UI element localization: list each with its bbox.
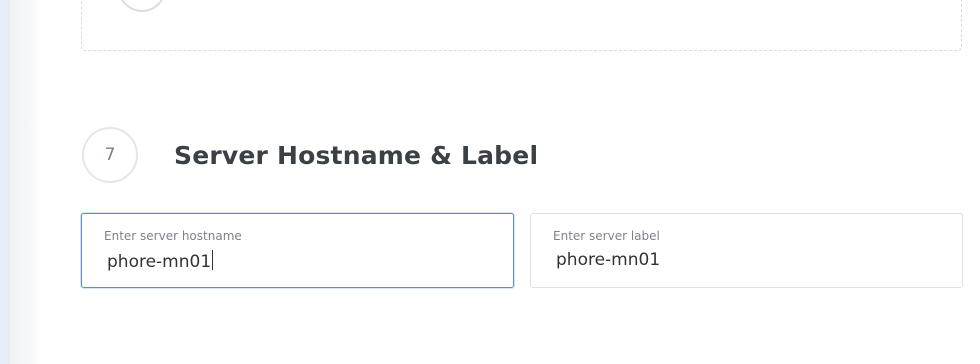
hostname-input[interactable]: phore-mn01 <box>107 250 214 272</box>
left-sidebar-rail <box>0 0 10 364</box>
sidebar-shadow <box>10 0 40 364</box>
previous-step-number-circle <box>118 0 166 12</box>
step-title: Server Hostname & Label <box>174 140 539 170</box>
previous-step-section <box>81 0 962 51</box>
label-field[interactable]: Enter server label phore-mn01 <box>530 213 963 288</box>
hostname-field-caption: Enter server hostname <box>104 229 242 243</box>
step-number: 7 <box>104 145 116 165</box>
label-field-caption: Enter server label <box>553 229 660 243</box>
label-input-value: phore-mn01 <box>556 250 661 270</box>
page: 7 Server Hostname & Label Enter server h… <box>0 0 980 364</box>
step-header: 7 Server Hostname & Label <box>82 127 538 183</box>
label-input[interactable]: phore-mn01 <box>556 250 660 270</box>
hostname-input-value: phore-mn01 <box>107 252 212 272</box>
hostname-field[interactable]: Enter server hostname phore-mn01 <box>81 213 514 288</box>
text-cursor <box>212 250 214 270</box>
step-number-circle: 7 <box>82 127 138 183</box>
